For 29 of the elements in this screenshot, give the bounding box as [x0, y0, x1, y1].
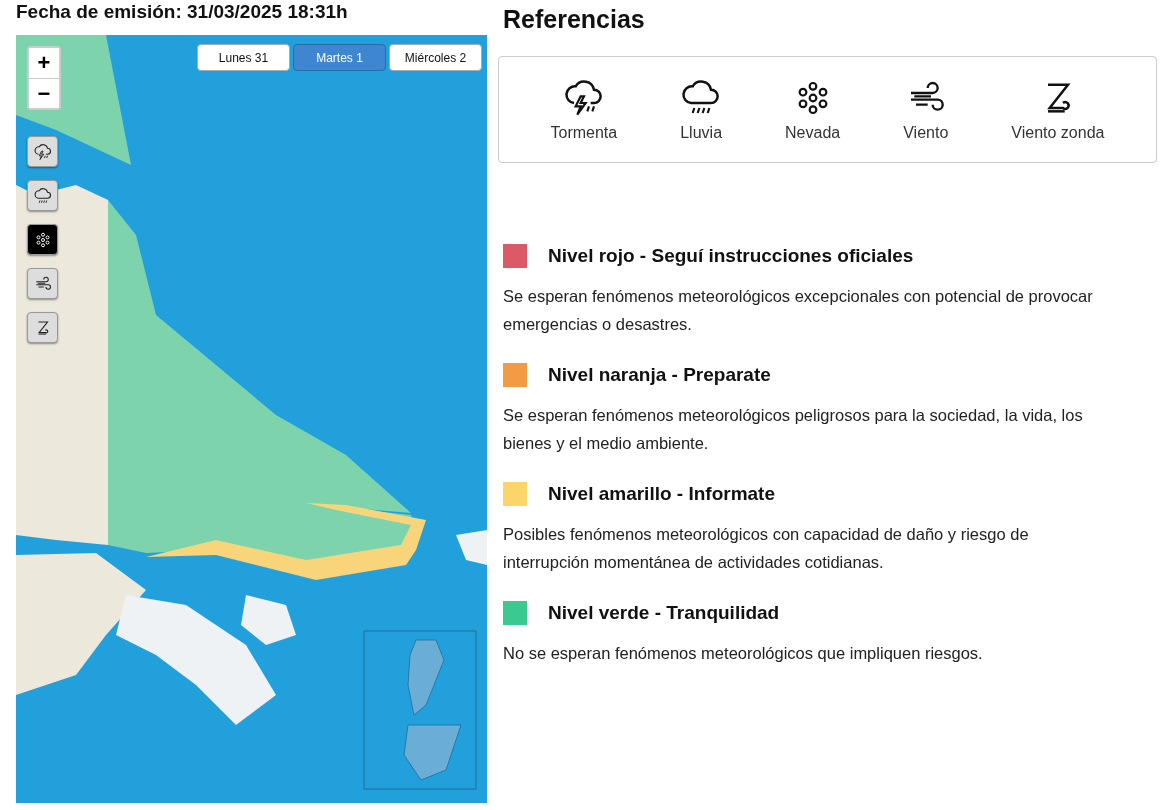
references-title: Referencias	[502, 4, 646, 35]
layer-button[interactable]	[27, 136, 58, 167]
level-description: Se esperan fenómenos meteorológicos excepcionales con potencial de provocar emergencias o desastres.	[503, 286, 1094, 335]
layer-button[interactable]	[27, 268, 58, 299]
level-description: Se esperan fenómenos meteorológicos peligrosos para la sociedad, la vida, los bienes y el medio ambiente.	[503, 405, 1084, 454]
layer-button[interactable]	[27, 312, 58, 343]
legend-label: Viento	[903, 123, 949, 142]
legend-label: Lluvia	[680, 123, 723, 142]
wind-icon	[33, 274, 52, 293]
issue-date-title: Fecha de emisión: 31/03/2025 18:31h	[16, 0, 349, 24]
zoom-out-button[interactable]: −	[29, 78, 59, 108]
legend-label: Viento zonda	[1011, 123, 1105, 142]
level-title: Nivel naranja - Preparate	[548, 364, 771, 386]
storm-cloud-icon	[33, 142, 52, 161]
day-tab[interactable]: Miércoles 2	[389, 44, 482, 71]
rain-cloud-icon	[33, 186, 52, 205]
level-title: Nivel amarillo - Informate	[548, 483, 775, 505]
layer-button[interactable]	[27, 224, 58, 255]
layer-button[interactable]	[27, 180, 58, 211]
level-description: No se esperan fenómenos meteorológicos que impliquen riesgos.	[503, 643, 984, 664]
storm-cloud-icon	[563, 77, 604, 118]
legend-label: Nevada	[785, 123, 841, 142]
level-description: Posibles fenómenos meteorológicos con capacidad de daño y riesgo de interrupción momentánea de actividades cotidianas.	[503, 524, 1030, 573]
day-tab[interactable]: Lunes 31	[197, 44, 290, 71]
level-title: Nivel verde - Tranquilidad	[548, 602, 780, 624]
snowflake-icon	[33, 230, 52, 249]
legend-label: Tormenta	[550, 123, 618, 142]
level-title: Nivel rojo - Seguí instrucciones oficiales	[548, 245, 914, 267]
day-tab[interactable]: Martes 1	[293, 44, 386, 71]
